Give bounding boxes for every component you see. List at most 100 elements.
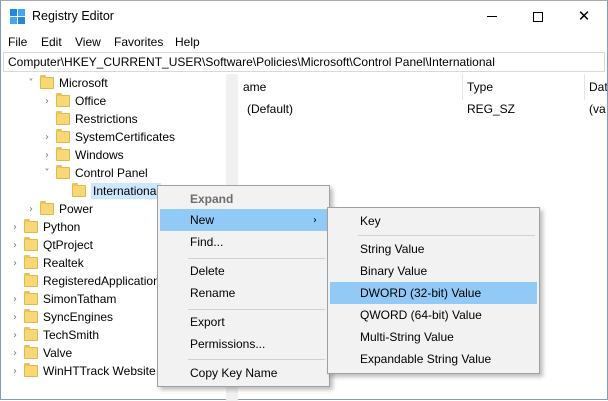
tree-item-power[interactable]: › Power — [25, 200, 93, 218]
tree-item-techsmith[interactable]: › TechSmith — [9, 326, 99, 344]
tree-item-python[interactable]: › Python — [9, 218, 80, 236]
tree-item-label: Office — [75, 94, 107, 108]
expand-icon[interactable]: › — [9, 312, 21, 323]
menu-item-permissions[interactable]: Permissions... — [160, 333, 327, 355]
expand-icon[interactable]: › — [9, 366, 21, 377]
folder-icon — [40, 75, 54, 89]
submenu-arrow-icon: › — [313, 214, 317, 226]
value-row-type: REG_SZ — [467, 102, 516, 116]
tree-item-label: SimonTatham — [43, 292, 117, 306]
folder-icon — [24, 219, 38, 233]
new-binary-value[interactable]: Binary Value — [330, 260, 537, 282]
tree-item-windows[interactable]: › Windows — [41, 146, 124, 164]
tree-item-winhttrack-website[interactable]: › WinHTTrack Website — [9, 362, 156, 380]
tree-item-label: Windows — [75, 148, 124, 162]
new-string-value[interactable]: String Value — [330, 238, 537, 260]
collapse-icon[interactable]: ˅ — [25, 78, 37, 89]
menu-item-copy-key-name[interactable]: Copy Key Name — [160, 362, 327, 384]
folder-icon — [56, 129, 70, 143]
column-header-type[interactable]: Type — [463, 74, 585, 100]
expand-icon[interactable]: › — [9, 348, 21, 359]
value-row-name[interactable]: (Default) — [247, 102, 293, 116]
menu-help[interactable]: Help — [175, 35, 200, 49]
menu-item-find[interactable]: Find... — [160, 231, 327, 253]
menu-bar: File Edit View Favorites Help — [1, 32, 607, 52]
folder-icon — [72, 183, 86, 197]
tree-item-label: SyncEngines — [43, 310, 114, 324]
tree-item-registeredapplications[interactable]: RegisteredApplications — [9, 272, 166, 290]
expand-icon[interactable]: › — [41, 132, 53, 143]
folder-icon — [24, 255, 38, 269]
menu-item-expand[interactable]: Expand — [160, 188, 327, 210]
tree-item-international[interactable]: International — [57, 182, 162, 200]
address-bar[interactable]: Computer\HKEY_CURRENT_USER\Software\Poli… — [3, 52, 605, 72]
close-icon: ✕ — [577, 7, 591, 25]
tree-item-microsoft[interactable]: ˅ Microsoft — [25, 74, 108, 92]
menu-item-export[interactable]: Export — [160, 311, 327, 333]
folder-icon — [56, 93, 70, 107]
expand-icon[interactable]: › — [9, 294, 21, 305]
expand-icon[interactable]: › — [9, 222, 21, 233]
folder-icon — [24, 345, 38, 359]
menu-item-rename[interactable]: Rename — [160, 282, 327, 304]
folder-icon — [24, 309, 38, 323]
folder-icon — [56, 165, 70, 179]
tree-item-label: Microsoft — [59, 76, 108, 90]
tree-item-restrictions[interactable]: Restrictions — [41, 110, 138, 128]
column-header-data[interactable]: Dat — [585, 74, 607, 100]
tree-item-control-panel[interactable]: ˅ Control Panel — [41, 164, 148, 182]
tree-item-label: Restrictions — [75, 112, 138, 126]
folder-icon — [24, 327, 38, 341]
menu-separator — [188, 359, 325, 360]
tree-item-syncengines[interactable]: › SyncEngines — [9, 308, 113, 326]
new-key[interactable]: Key — [330, 210, 537, 232]
maximize-button[interactable] — [515, 1, 561, 32]
expand-icon[interactable]: › — [9, 330, 21, 341]
tree-item-label: Valve — [43, 346, 73, 360]
menu-separator — [188, 258, 325, 259]
new-dword-value[interactable]: DWORD (32-bit) Value — [330, 282, 537, 304]
tree-item-label: QtProject — [43, 238, 94, 252]
new-submenu: Key String Value Binary Value DWORD (32-… — [327, 207, 540, 374]
collapse-icon[interactable]: ˅ — [41, 168, 53, 179]
expand-icon[interactable]: › — [41, 96, 53, 107]
close-button[interactable]: ✕ — [561, 1, 607, 32]
tree-item-systemcertificates[interactable]: › SystemCertificates — [41, 128, 175, 146]
new-qword-value[interactable]: QWORD (64-bit) Value — [330, 304, 537, 326]
tree-item-realtek[interactable]: › Realtek — [9, 254, 84, 272]
value-row-data: (va — [589, 102, 606, 116]
menu-favorites[interactable]: Favorites — [114, 35, 163, 49]
tree-item-label: RegisteredApplications — [43, 274, 166, 288]
new-multi-string-value[interactable]: Multi-String Value — [330, 326, 537, 348]
expand-icon[interactable]: › — [9, 240, 21, 251]
menu-item-delete[interactable]: Delete — [160, 260, 327, 282]
minimize-button[interactable] — [469, 1, 515, 32]
tree-item-qtproject[interactable]: › QtProject — [9, 236, 93, 254]
column-header-name[interactable]: ame — [239, 74, 463, 100]
tree-item-label: Power — [59, 202, 94, 216]
expand-icon[interactable]: › — [41, 150, 53, 161]
menu-file[interactable]: File — [8, 35, 27, 49]
context-menu: Expand New › Find... Delete Rename Expor… — [157, 185, 330, 387]
title-bar[interactable]: Registry Editor ✕ — [1, 1, 607, 32]
tree-item-label: TechSmith — [43, 328, 100, 342]
window-title: Registry Editor — [32, 9, 114, 23]
tree-item-simontatham[interactable]: › SimonTatham — [9, 290, 116, 308]
tree-item-valve[interactable]: › Valve — [9, 344, 72, 362]
menu-item-new-label: New — [190, 213, 215, 227]
tree-item-label: Control Panel — [75, 166, 148, 180]
folder-icon — [24, 237, 38, 251]
menu-edit[interactable]: Edit — [41, 35, 62, 49]
registry-editor-icon — [10, 9, 26, 25]
menu-separator — [188, 309, 325, 310]
tree-item-label: International — [91, 183, 162, 199]
menu-view[interactable]: View — [75, 35, 101, 49]
menu-item-new[interactable]: New › — [160, 209, 327, 231]
folder-icon — [24, 363, 38, 377]
tree-item-office[interactable]: › Office — [41, 92, 106, 110]
expand-icon[interactable]: › — [9, 258, 21, 269]
tree-item-label: Python — [43, 220, 81, 234]
new-expandable-string-value[interactable]: Expandable String Value — [330, 348, 537, 370]
expand-icon[interactable]: › — [25, 204, 37, 215]
maximize-icon — [533, 11, 543, 22]
